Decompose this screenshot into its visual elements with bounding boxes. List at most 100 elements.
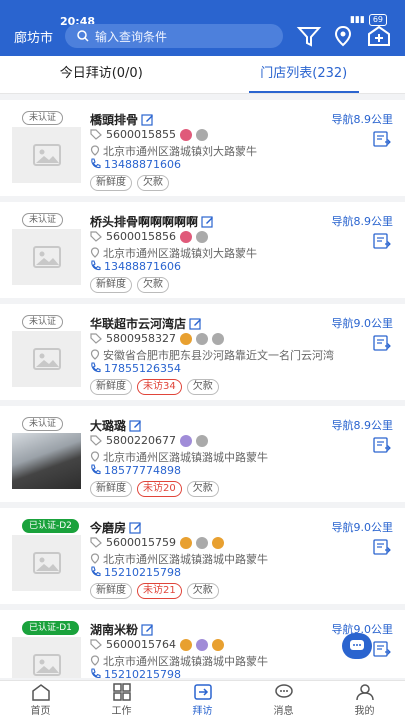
store-thumbnail[interactable] [12,331,81,387]
phone-icon [91,158,101,169]
chat-button[interactable] [342,633,372,659]
store-card[interactable]: 未认证 大璐璐 5800220677 北京市通州区潞城镇潞城中路蒙牛 185777748… [0,406,405,502]
visit-record-icon[interactable] [373,131,391,148]
store-name[interactable]: 大璐璐 [90,417,142,434]
store-list[interactable]: 未认证 橋頭排骨 5600015855 北京市通州区潞城镇刘大路蒙牛 134888716… [0,94,405,678]
store-name-text: 华联超市云河湾店 [90,317,187,331]
city-selector[interactable]: 廊坊市 [14,27,53,46]
tag-icon [90,231,102,242]
visit-record-icon[interactable] [373,437,391,454]
phone-row[interactable]: 13488871606 [90,260,181,273]
status-dot [180,230,192,243]
cert-badge: 未认证 [22,417,64,431]
map-pin-icon[interactable] [330,24,356,48]
store-code: 5600015855 [106,128,176,141]
tab-store-list[interactable]: 门店列表(232) [203,56,405,93]
store-card[interactable]: 未认证 桥头排骨啊啊啊啊啊 5600015856 北京市通州区潞城镇刘大路蒙牛 1348… [0,202,405,298]
store-thumbnail[interactable] [12,433,81,489]
store-tag[interactable]: 欠款 [137,175,169,191]
status-dot [180,536,192,549]
store-tag[interactable]: 欠款 [186,379,219,395]
visit-record-icon[interactable] [373,539,391,556]
tag-icon [90,435,102,446]
image-placeholder-icon [32,246,61,268]
store-tag[interactable]: 未访34 [137,379,182,395]
add-store-icon[interactable] [366,24,392,48]
tag-icon [90,333,102,344]
search-icon [77,30,89,42]
visit-record-icon[interactable] [373,335,391,352]
store-name[interactable]: 今磨房 [90,519,142,536]
store-phone: 13488871606 [104,260,181,273]
home-icon [31,684,50,701]
location-icon [90,553,100,564]
status-dot [196,128,208,141]
nav-home[interactable]: 首页 [0,681,81,720]
store-tag[interactable]: 新鲜度 [90,481,132,497]
store-code-row: 5600015764 [90,638,224,651]
navigate-link[interactable]: 导航8.9公里 [332,213,394,229]
store-tag[interactable]: 未访20 [137,481,182,497]
store-tag[interactable]: 新鲜度 [90,175,132,191]
store-code: 5600015764 [106,638,176,651]
cert-badge: 未认证 [22,111,64,125]
store-code: 5600015856 [106,230,176,243]
edit-icon[interactable] [141,113,154,126]
address-row: 北京市通州区潞城镇潞城中路蒙牛 [90,449,390,465]
edit-icon[interactable] [141,623,154,636]
phone-row[interactable]: 13488871606 [90,158,181,171]
store-thumbnail[interactable] [12,637,81,678]
store-tag[interactable]: 欠款 [186,481,219,497]
store-tag[interactable]: 新鲜度 [90,379,132,395]
navigate-link[interactable]: 导航8.9公里 [332,417,394,433]
phone-row[interactable]: 17855126354 [90,362,181,375]
store-tag[interactable]: 欠款 [137,277,169,293]
store-thumbnail[interactable] [12,535,81,591]
status-dot [212,332,224,345]
status-dot [212,638,224,651]
store-tag[interactable]: 新鲜度 [90,277,132,293]
grid-icon [112,683,131,701]
location-icon [90,655,100,666]
nav-message[interactable]: 消息 [243,681,324,720]
store-name[interactable]: 橋頭排骨 [90,111,154,128]
navigate-link[interactable]: 导航8.9公里 [332,111,394,127]
store-name[interactable]: 桥头排骨啊啊啊啊啊 [90,213,214,230]
store-tag[interactable]: 新鲜度 [90,583,132,599]
store-name[interactable]: 华联超市云河湾店 [90,315,202,332]
navigate-link[interactable]: 导航9.0公里 [332,519,394,535]
store-code-row: 5800958327 [90,332,224,345]
tag-icon [90,129,102,140]
tab-today-visits[interactable]: 今日拜访(0/0) [0,56,203,93]
store-tag[interactable]: 未访21 [137,583,182,599]
store-card[interactable]: 已认证-D2 今磨房 5600015759 北京市通州区潞城镇潞城中路蒙牛 152102… [0,508,405,604]
edit-icon[interactable] [129,419,142,432]
phone-row[interactable]: 18577774898 [90,464,181,477]
phone-row[interactable]: 15210215798 [90,668,181,678]
location-icon [90,349,100,360]
store-code: 5800220677 [106,434,176,447]
store-thumbnail[interactable] [12,127,81,183]
store-name[interactable]: 湖南米粉 [90,621,154,638]
nav-work[interactable]: 工作 [81,681,162,720]
edit-icon[interactable] [189,317,202,330]
store-tag[interactable]: 欠款 [186,583,219,599]
visit-record-icon[interactable] [373,641,391,658]
search-bar[interactable]: 输入查询条件 [65,24,283,48]
store-address: 北京市通州区潞城镇刘大路蒙牛 [103,145,257,158]
edit-icon[interactable] [129,521,142,534]
nav-visit-label: 拜访 [192,706,213,717]
status-dot [196,536,208,549]
navigate-link[interactable]: 导航9.0公里 [332,315,394,331]
nav-visit[interactable]: 拜访 [162,681,243,720]
nav-mine[interactable]: 我的 [324,681,405,720]
location-icon [90,145,100,156]
edit-icon[interactable] [201,215,214,228]
store-thumbnail[interactable] [12,229,81,285]
visit-record-icon[interactable] [373,233,391,250]
address-row: 北京市通州区潞城镇刘大路蒙牛 [90,143,390,159]
store-card[interactable]: 未认证 华联超市云河湾店 5800958327 安徽省合肥市肥东县沙河路靠近文一名门云… [0,304,405,400]
phone-row[interactable]: 15210215798 [90,566,181,579]
filter-icon[interactable] [296,24,322,48]
store-card[interactable]: 未认证 橋頭排骨 5600015855 北京市通州区潞城镇刘大路蒙牛 134888716… [0,100,405,196]
